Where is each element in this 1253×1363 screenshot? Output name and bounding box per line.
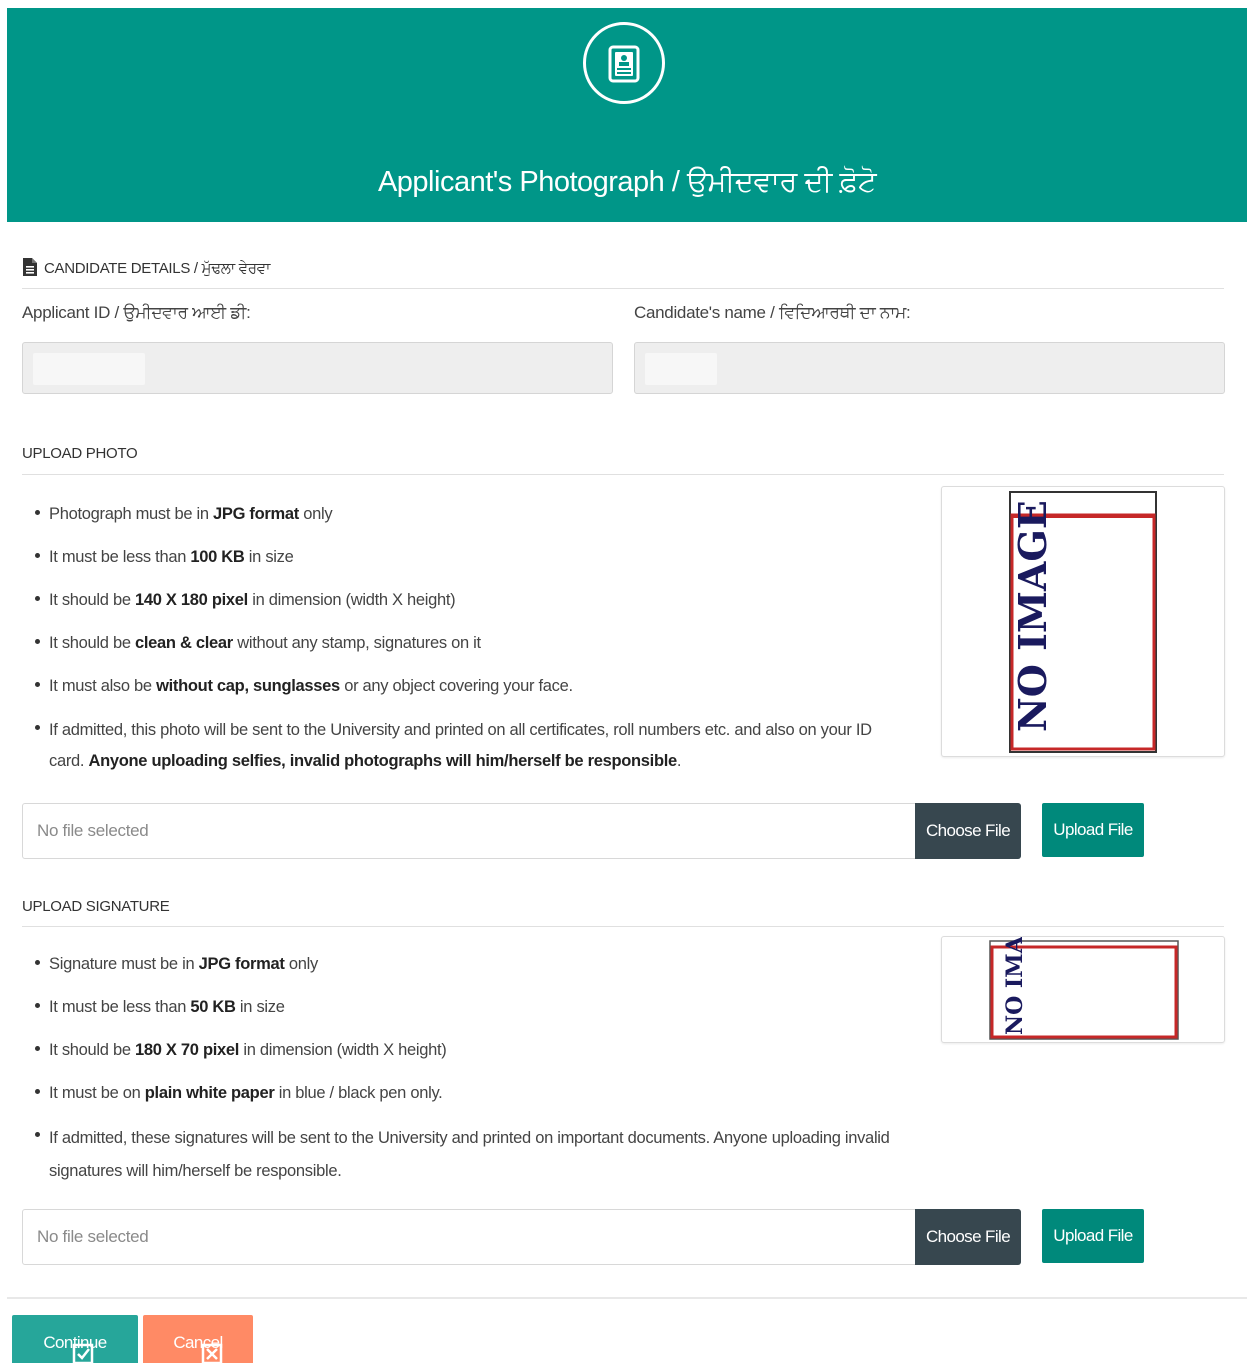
page-header: Applicant's Photograph / ਉਮੀਦਵਾਰ ਦੀ ਫ਼ੋਟ… [7, 8, 1247, 222]
list-item: It must also be without cap, sunglasses … [33, 672, 903, 700]
photo-preview: NO IMAGE [941, 486, 1225, 757]
masked-value [33, 353, 145, 385]
list-item: It should be 140 X 180 pixel in dimensio… [33, 586, 903, 614]
divider [22, 288, 1224, 289]
signature-file-input[interactable]: No file selected Choose File [22, 1209, 1021, 1265]
check-box-icon [72, 1343, 94, 1363]
divider [7, 1297, 1247, 1299]
cancel-label: Cancel [173, 1333, 223, 1352]
list-item: It must be less than 100 KB in size [33, 543, 903, 571]
photo-file-placeholder: No file selected [37, 821, 149, 840]
document-icon [23, 258, 37, 276]
signature-file-placeholder: No file selected [37, 1227, 149, 1246]
cancel-button[interactable]: Cancel [143, 1315, 253, 1363]
masked-value [645, 353, 717, 385]
photo-rules-list: Photograph must be in JPG format only It… [33, 500, 903, 777]
no-image-placeholder: NO IMAGE [1009, 491, 1157, 753]
photo-upload-file-button[interactable]: Upload File [1042, 803, 1144, 857]
continue-button[interactable]: Continue [12, 1315, 138, 1363]
list-item: If admitted, this photo will be sent to … [33, 715, 903, 777]
candidate-details-heading: CANDIDATE DETAILS / ਮੁੱਢਲਾ ਵੇਰਵਾ [22, 257, 270, 277]
list-item: It must be on plain white paper in blue … [33, 1079, 913, 1107]
list-item: It should be clean & clear without any s… [33, 629, 903, 657]
signature-upload-file-button[interactable]: Upload File [1042, 1209, 1144, 1263]
upload-signature-heading: UPLOAD SIGNATURE [22, 898, 170, 915]
divider [22, 926, 1224, 927]
signature-choose-file-button[interactable]: Choose File [915, 1209, 1021, 1265]
candidate-name-label: Candidate's name / ਵਿਦਿਆਰਥੀ ਦਾ ਨਾਮ: [634, 303, 911, 322]
list-item: Photograph must be in JPG format only [33, 500, 903, 528]
no-image-placeholder: NO IMAGE [989, 901, 1179, 1040]
list-item: Signature must be in JPG format only [33, 950, 913, 978]
photo-file-input[interactable]: No file selected Choose File [22, 803, 1021, 859]
upload-photo-heading: UPLOAD PHOTO [22, 445, 138, 462]
applicant-id-label: Applicant ID / ਉਮੀਦਵਾਰ ਆਈ ਡੀ: [22, 303, 251, 322]
photo-choose-file-button[interactable]: Choose File [915, 803, 1021, 859]
signature-preview: NO IMAGE [941, 901, 1225, 1043]
candidate-details-title: CANDIDATE DETAILS / ਮੁੱਢਲਾ ਵੇਰਵਾ [44, 260, 271, 277]
candidate-name-field [634, 342, 1225, 394]
list-item: It should be 180 X 70 pixel in dimension… [33, 1036, 913, 1064]
divider [22, 474, 1224, 475]
no-image-text: NO IMAGE [1010, 500, 1055, 732]
photo-upload-page: Applicant's Photograph / ਉਮੀਦਵਾਰ ਦੀ ਫ਼ੋਟ… [7, 8, 1247, 1363]
page-title: Applicant's Photograph / ਉਮੀਦਵਾਰ ਦੀ ਫ਼ੋਟ… [377, 166, 877, 198]
list-item: It must be less than 50 KB in size [33, 993, 913, 1021]
close-box-icon [201, 1343, 223, 1363]
signature-rules-list: Signature must be in JPG format only It … [33, 950, 913, 1188]
applicant-id-field [22, 342, 613, 394]
no-image-text: NO IMAGE [1002, 937, 1028, 1035]
list-item: If admitted, these signatures will be se… [33, 1122, 913, 1188]
id-card-icon [583, 22, 665, 104]
